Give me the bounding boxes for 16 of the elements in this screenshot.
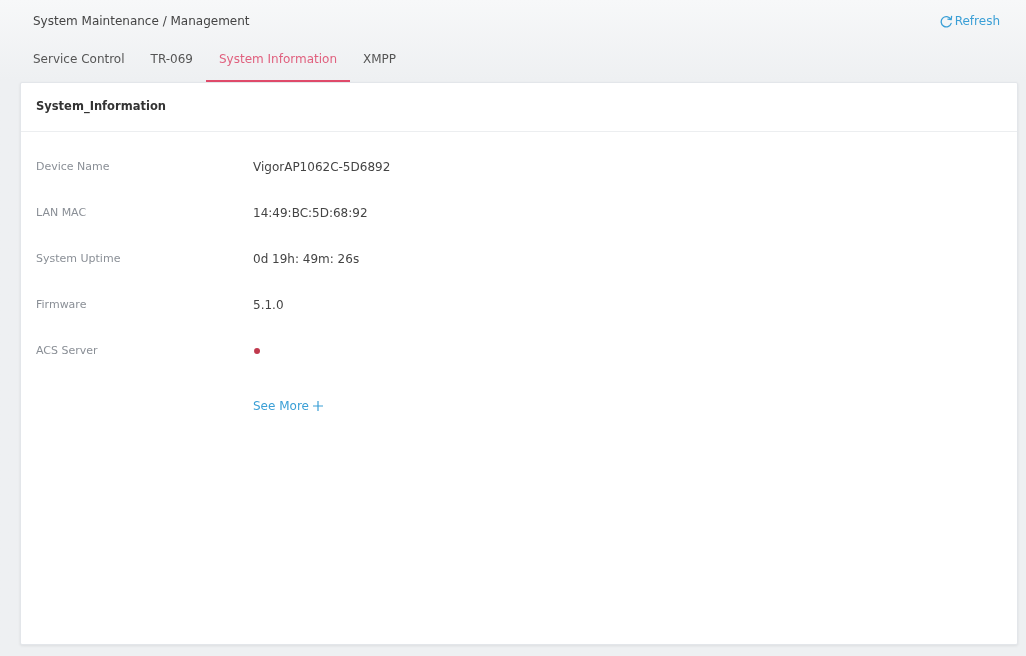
panel-title: System_Information — [36, 98, 166, 116]
field-label: Device Name — [36, 158, 111, 175]
field-label: Firmware — [36, 296, 88, 313]
field-value: 0d 19h: 49m: 26s — [253, 251, 360, 268]
tab[interactable]: Service Control — [20, 40, 138, 82]
refresh-icon — [939, 14, 953, 28]
field-label: System Uptime — [36, 250, 122, 267]
field-label: LAN MAC — [36, 204, 88, 221]
field-value: VigorAP1062C-5D6892 — [253, 159, 391, 176]
plus-icon — [312, 401, 323, 411]
tab[interactable]: XMPP — [350, 40, 410, 82]
page-breadcrumb: System Maintenance / Management — [33, 13, 250, 30]
tab[interactable]: TR-069 — [137, 40, 206, 82]
field-value: 5.1.0 — [253, 297, 284, 314]
field-label: ACS Server — [36, 342, 99, 359]
field-value: 14:49:BC:5D:68:92 — [253, 205, 368, 222]
